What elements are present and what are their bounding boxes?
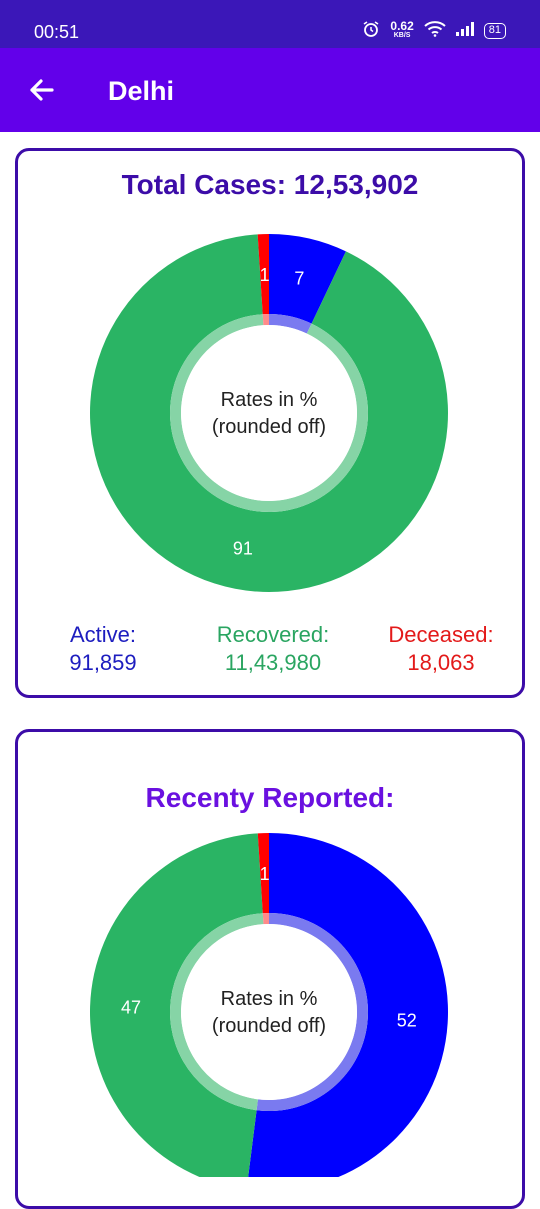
legend-deceased: Deceased: 18,063 — [356, 621, 526, 677]
wifi-icon — [424, 21, 446, 40]
donut-label-deceased: 1 — [260, 265, 270, 285]
legend-active-value: 91,859 — [69, 650, 137, 675]
battery-icon: 81 — [483, 22, 506, 39]
donut-inner-slice-deceased — [262, 314, 269, 326]
legend-recovered: Recovered: 11,43,980 — [178, 621, 368, 677]
donut-label-active: 52 — [397, 1011, 417, 1031]
donut-label-active: 7 — [294, 268, 304, 288]
legend-deceased-label: Deceased: — [388, 622, 494, 647]
status-bar: 00:51 0.62 KB/S 81 — [0, 0, 540, 48]
donut-hole — [181, 924, 357, 1100]
recent-cases-card: Recenty Reported: 52 47 1 Rates in % (roun… — [15, 729, 525, 1209]
donut-label-recovered: 91 — [233, 539, 253, 559]
donut-center-text-line2: (rounded off) — [212, 416, 326, 438]
legend-active-label: Active: — [69, 622, 137, 647]
network-speed-value: 0.62 — [390, 18, 414, 33]
legend-active: Active: 91,859 — [18, 621, 188, 677]
donut-center-text-line2: (rounded off) — [212, 1015, 326, 1037]
donut-hole — [181, 325, 357, 501]
donut-label-deceased: 1 — [260, 864, 270, 884]
status-time: 00:51 — [34, 22, 80, 42]
signal-icon — [455, 22, 474, 39]
network-speed: 0.62 KB/S — [390, 18, 414, 40]
legend-recovered-value: 11,43,980 — [224, 650, 322, 675]
donut-center-text-line1: Rates in % — [221, 389, 318, 411]
total-cases-card: Total Cases: 12,53,902 7 91 1 Rates in % (… — [15, 148, 525, 698]
status-icons: 0.62 KB/S 81 — [362, 20, 506, 41]
total-cases-donut-chart: 7 91 1 Rates in % (rounded off) — [89, 234, 448, 592]
alarm-icon — [362, 20, 380, 41]
page-title: Delhi — [108, 76, 175, 106]
donut-center-text-line1: Rates in % — [221, 988, 318, 1010]
recent-cases-donut-chart: 52 47 1 Rates in % (rounded off) — [90, 833, 448, 1177]
network-speed-unit: KB/S — [393, 31, 411, 39]
legend-recovered-label: Recovered: — [216, 622, 330, 647]
app-bar: Delhi — [0, 48, 540, 132]
legend-deceased-value: 18,063 — [407, 650, 475, 675]
back-arrow-icon[interactable] — [22, 70, 62, 110]
donut-inner-slice-deceased — [262, 913, 269, 925]
donut-label-recovered: 47 — [121, 998, 141, 1018]
